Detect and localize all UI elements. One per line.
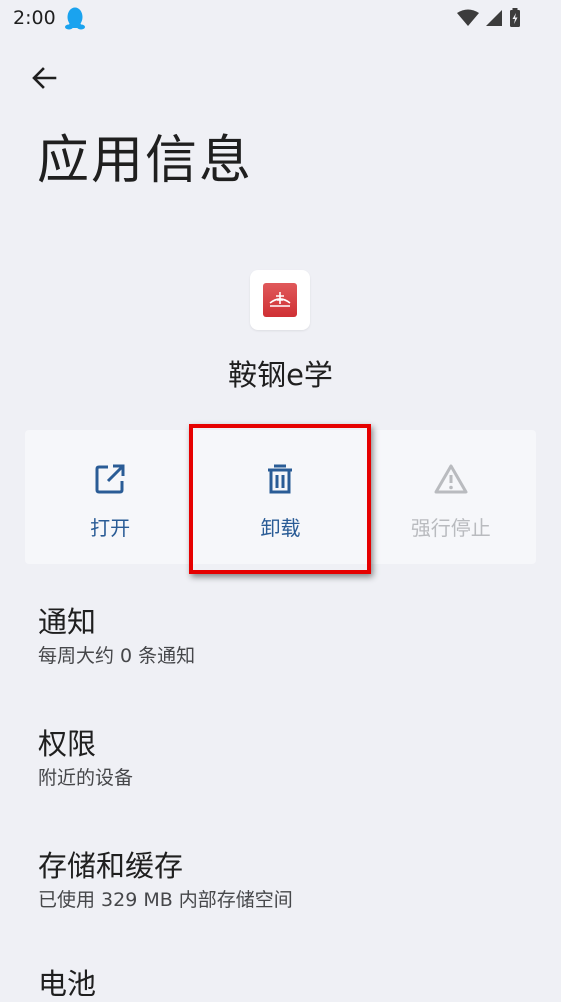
settings-item-title: 电池 bbox=[38, 967, 97, 1001]
settings-item-subtitle: 已使用 329 MB 内部存储空间 bbox=[38, 889, 293, 911]
force-stop-button[interactable]: 强行停止 bbox=[366, 430, 536, 564]
back-button[interactable] bbox=[24, 60, 64, 100]
app-logo-icon bbox=[263, 283, 297, 317]
signal-icon bbox=[485, 9, 503, 27]
trash-icon bbox=[263, 462, 297, 500]
settings-item-storage[interactable]: 存储和缓存 已使用 329 MB 内部存储空间 bbox=[38, 848, 293, 912]
settings-item-notifications[interactable]: 通知 每周大约 0 条通知 bbox=[38, 604, 195, 668]
open-label: 打开 bbox=[90, 516, 131, 540]
force-stop-label: 强行停止 bbox=[410, 516, 491, 540]
warning-icon bbox=[433, 462, 469, 500]
settings-item-title: 权限 bbox=[38, 727, 97, 761]
status-time: 2:00 bbox=[13, 7, 56, 29]
page-title: 应用信息 bbox=[37, 131, 254, 191]
settings-item-title: 通知 bbox=[38, 605, 97, 639]
open-external-icon bbox=[93, 462, 127, 500]
settings-item-subtitle: 每周大约 0 条通知 bbox=[38, 645, 196, 667]
battery-charging-icon bbox=[509, 8, 521, 28]
qq-penguin-icon bbox=[64, 6, 86, 32]
status-bar: 2:00 bbox=[0, 0, 561, 38]
settings-item-title: 存储和缓存 bbox=[38, 849, 184, 883]
back-arrow-icon bbox=[30, 64, 58, 96]
settings-item-permissions[interactable]: 权限 附近的设备 bbox=[38, 726, 133, 790]
app-name: 鞍钢e学 bbox=[228, 358, 333, 392]
uninstall-label: 卸载 bbox=[260, 516, 301, 540]
action-row: 打开 卸载 强行停止 bbox=[25, 430, 536, 564]
settings-item-subtitle: 附近的设备 bbox=[38, 767, 134, 789]
wifi-icon bbox=[457, 9, 479, 27]
settings-item-battery[interactable]: 电池 bbox=[38, 966, 96, 1002]
uninstall-button[interactable]: 卸载 bbox=[195, 430, 365, 564]
open-button[interactable]: 打开 bbox=[25, 430, 195, 564]
app-icon bbox=[250, 270, 310, 330]
